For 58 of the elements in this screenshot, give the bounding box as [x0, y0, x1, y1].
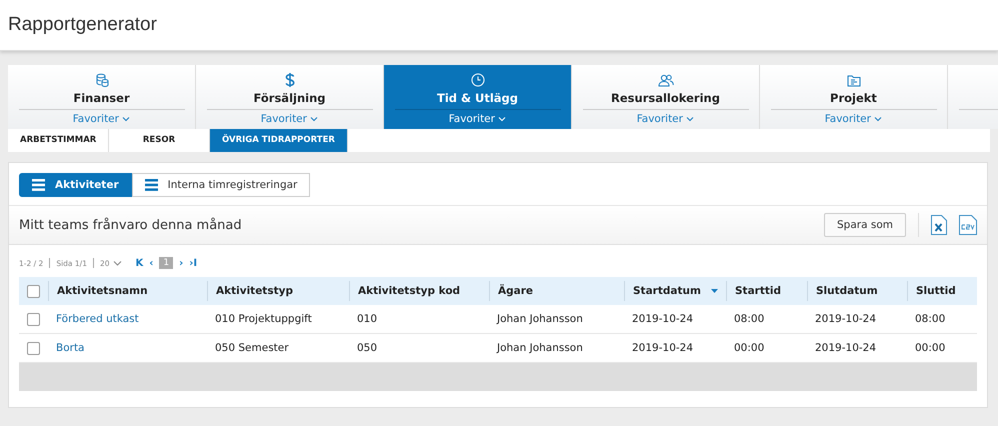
view-toggle[interactable]: Interna timregistreringar — [132, 173, 310, 197]
dollar-icon — [284, 73, 294, 87]
table-cell-text: 08:00 — [914, 313, 946, 325]
last-page-button[interactable]: ›I — [189, 258, 198, 268]
column-header[interactable]: Starttid — [726, 281, 807, 301]
table-cell-text: 08:00 — [733, 313, 766, 325]
column-header[interactable]: Ägare — [489, 281, 624, 301]
activity-link[interactable]: Förbered utkast — [48, 313, 207, 325]
page-title: Rapportgenerator — [8, 14, 157, 36]
column-header[interactable]: Sluttid — [907, 281, 979, 301]
table-cell-text: 050 Semester — [214, 342, 290, 354]
column-header[interactable]: Startdatum — [624, 281, 726, 301]
table-cell-text: 2019-10-24 — [631, 313, 694, 325]
excel-export-icon[interactable] — [931, 215, 947, 235]
row-checkbox[interactable] — [27, 312, 40, 326]
column-header[interactable]: Aktivitetstyp kod — [349, 281, 489, 301]
previous-page-button[interactable]: ‹ — [149, 258, 154, 268]
table-cell-text: 2019-10-24 — [631, 342, 694, 354]
column-header[interactable]: Aktivitetstyp — [207, 281, 349, 301]
csv-export-icon[interactable] — [959, 215, 977, 235]
list-icon — [32, 179, 45, 191]
first-page-button[interactable]: K — [136, 258, 144, 268]
activity-link[interactable]: Borta — [48, 342, 207, 354]
table-cell-text: 00:00 — [914, 342, 946, 354]
table-cell-text: 050 — [356, 342, 378, 354]
people-icon — [658, 74, 674, 87]
chevron-down-icon — [498, 117, 506, 122]
chevron-down-icon — [874, 117, 882, 122]
table-cell-text: 010 — [356, 313, 378, 325]
column-header[interactable]: Slutdatum — [807, 281, 907, 301]
table-cell-text: 00:00 — [733, 342, 766, 354]
table-cell-text: 010 Projektuppgift — [214, 313, 313, 325]
next-page-button[interactable]: › — [179, 258, 184, 268]
chevron-down-icon — [122, 117, 130, 122]
chevron-down-icon — [112, 260, 122, 266]
sub-tab[interactable]: ÖVRIGA TIDRAPPORTER — [210, 129, 348, 152]
table-cell-text: Johan Johansson — [496, 313, 584, 325]
column-header[interactable]: Aktivitetsnamn — [48, 281, 207, 301]
view-toggle[interactable]: Aktiviteter — [19, 173, 132, 197]
module-tab[interactable]: Finanser Favoriter — [8, 65, 196, 129]
list-icon — [144, 179, 158, 191]
table-cell-text: 2019-10-24 — [814, 342, 878, 354]
folder-icon — [846, 74, 860, 87]
clock-icon — [470, 73, 484, 87]
sub-tab[interactable]: ARBETSTIMMAR — [8, 129, 109, 152]
select-all-checkbox[interactable] — [27, 284, 40, 298]
chevron-down-icon — [310, 117, 318, 122]
table-cell-text: 2019-10-24 — [814, 313, 878, 325]
module-tab[interactable]: Försäljning Favoriter — [196, 65, 384, 129]
report-title: Mitt teams frånvaro denna månad — [19, 218, 243, 232]
coins-icon — [94, 73, 108, 87]
row-checkbox[interactable] — [27, 342, 40, 354]
module-tab[interactable]: Tid & Utlägg Favoriter — [384, 65, 572, 129]
chevron-down-icon — [686, 117, 694, 122]
save-as-button[interactable]: Spara som — [824, 213, 906, 237]
table-cell-text: Johan Johansson — [496, 342, 584, 354]
module-tab[interactable]: Resursallokering Favoriter — [572, 65, 760, 129]
module-tab[interactable]: Projekt Favoriter — [760, 65, 948, 129]
